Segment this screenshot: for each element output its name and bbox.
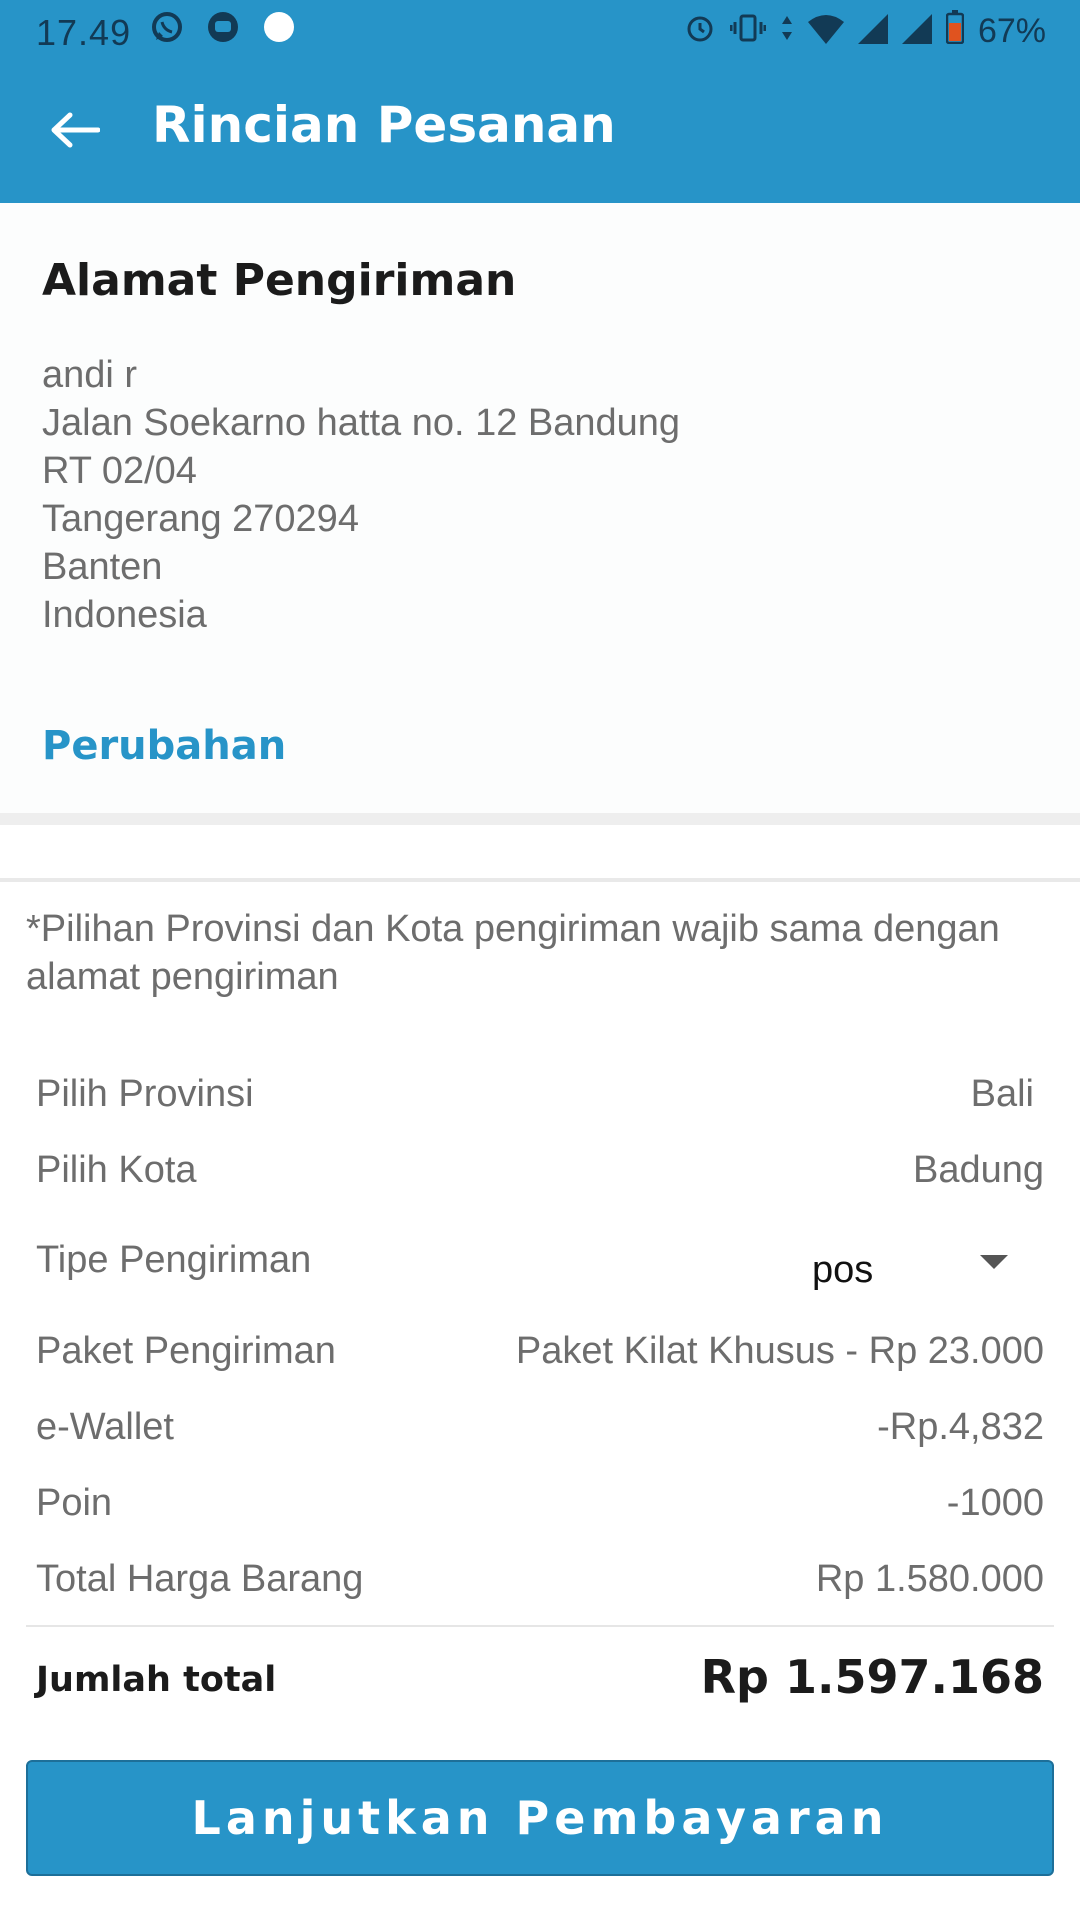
address-province: Banten bbox=[42, 546, 163, 588]
city-value[interactable]: Badung bbox=[913, 1149, 1044, 1192]
status-time: 17.49 bbox=[36, 12, 132, 53]
address-city-postal: Tangerang 270294 bbox=[42, 498, 359, 540]
page-title: Rincian Pesanan bbox=[152, 96, 616, 154]
change-address-link[interactable]: Perubahan bbox=[42, 723, 286, 769]
address-name: andi r bbox=[42, 354, 138, 396]
goods-total-value: Rp 1.580.000 bbox=[815, 1558, 1044, 1600]
status-system-icons: 67% bbox=[684, 10, 1046, 53]
chat-bubble-icon bbox=[206, 10, 240, 53]
shipping-type-label: Tipe Pengiriman bbox=[36, 1239, 312, 1281]
continue-payment-label: Lanjutkan Pembayaran bbox=[191, 1791, 889, 1845]
goods-total-row: Total Harga Barang Rp 1.580.000 bbox=[36, 1550, 1044, 1610]
divider bbox=[0, 878, 1080, 882]
alarm-icon bbox=[684, 11, 716, 53]
wifi-icon bbox=[807, 11, 844, 53]
signal-icon bbox=[901, 11, 932, 53]
vibrate-icon bbox=[729, 11, 767, 53]
status-notification-icons bbox=[150, 10, 296, 53]
continue-payment-button[interactable]: Lanjutkan Pembayaran bbox=[26, 1760, 1054, 1876]
address-rt: RT 02/04 bbox=[42, 450, 197, 492]
city-row[interactable]: Pilih Kota Badung bbox=[36, 1141, 1044, 1201]
ewallet-label: e-Wallet bbox=[36, 1406, 174, 1448]
address-heading: Alamat Pengiriman bbox=[42, 255, 517, 306]
signal-icon bbox=[857, 11, 888, 53]
divider bbox=[26, 1625, 1054, 1627]
arrow-left-icon bbox=[51, 112, 100, 148]
dot-icon bbox=[262, 10, 296, 53]
province-value[interactable]: Bali bbox=[971, 1073, 1034, 1116]
points-label: Poin bbox=[36, 1482, 113, 1524]
ewallet-row: e-Wallet -Rp.4,832 bbox=[36, 1398, 1044, 1458]
points-row: Poin -1000 bbox=[36, 1474, 1044, 1534]
whatsapp-icon bbox=[150, 10, 184, 53]
app-header: 17.49 67% Rincian Pesanan bbox=[0, 0, 1080, 203]
shipping-type-row: Tipe Pengiriman pos bbox=[36, 1231, 1044, 1311]
package-row[interactable]: Paket Pengiriman Paket Kilat Khusus - Rp… bbox=[36, 1322, 1044, 1382]
province-label: Pilih Provinsi bbox=[36, 1073, 254, 1115]
address-lines: andi r Jalan Soekarno hatta no. 12 Bandu… bbox=[42, 351, 680, 639]
section-divider bbox=[0, 813, 1080, 825]
ewallet-value: -Rp.4,832 bbox=[877, 1406, 1044, 1448]
goods-total-label: Total Harga Barang bbox=[36, 1558, 364, 1600]
province-row[interactable]: Pilih Provinsi Bali bbox=[36, 1065, 1044, 1125]
grand-total-value: Rp 1.597.168 bbox=[700, 1650, 1044, 1704]
city-label: Pilih Kota bbox=[36, 1149, 197, 1191]
grand-total-label: Jumlah total bbox=[36, 1660, 277, 1700]
package-label: Paket Pengiriman bbox=[36, 1330, 336, 1372]
shipping-address-card: Alamat Pengiriman andi r Jalan Soekarno … bbox=[0, 203, 1080, 813]
status-bar: 17.49 67% bbox=[0, 0, 1080, 62]
shipping-type-value: pos bbox=[812, 1249, 874, 1291]
battery-icon bbox=[945, 10, 965, 53]
battery-percent: 67% bbox=[977, 12, 1046, 50]
points-value: -1000 bbox=[946, 1482, 1044, 1524]
data-arrows-icon bbox=[780, 11, 794, 53]
address-country: Indonesia bbox=[42, 594, 207, 636]
dropdown-caret-icon bbox=[980, 1255, 1008, 1269]
shipping-note: *Pilihan Provinsi dan Kota pengiriman wa… bbox=[26, 908, 1000, 998]
back-button[interactable] bbox=[40, 100, 110, 160]
package-value[interactable]: Paket Kilat Khusus - Rp 23.000 bbox=[516, 1330, 1044, 1373]
address-street: Jalan Soekarno hatta no. 12 Bandung bbox=[42, 402, 681, 444]
shipping-type-select[interactable]: pos bbox=[802, 1239, 1008, 1299]
